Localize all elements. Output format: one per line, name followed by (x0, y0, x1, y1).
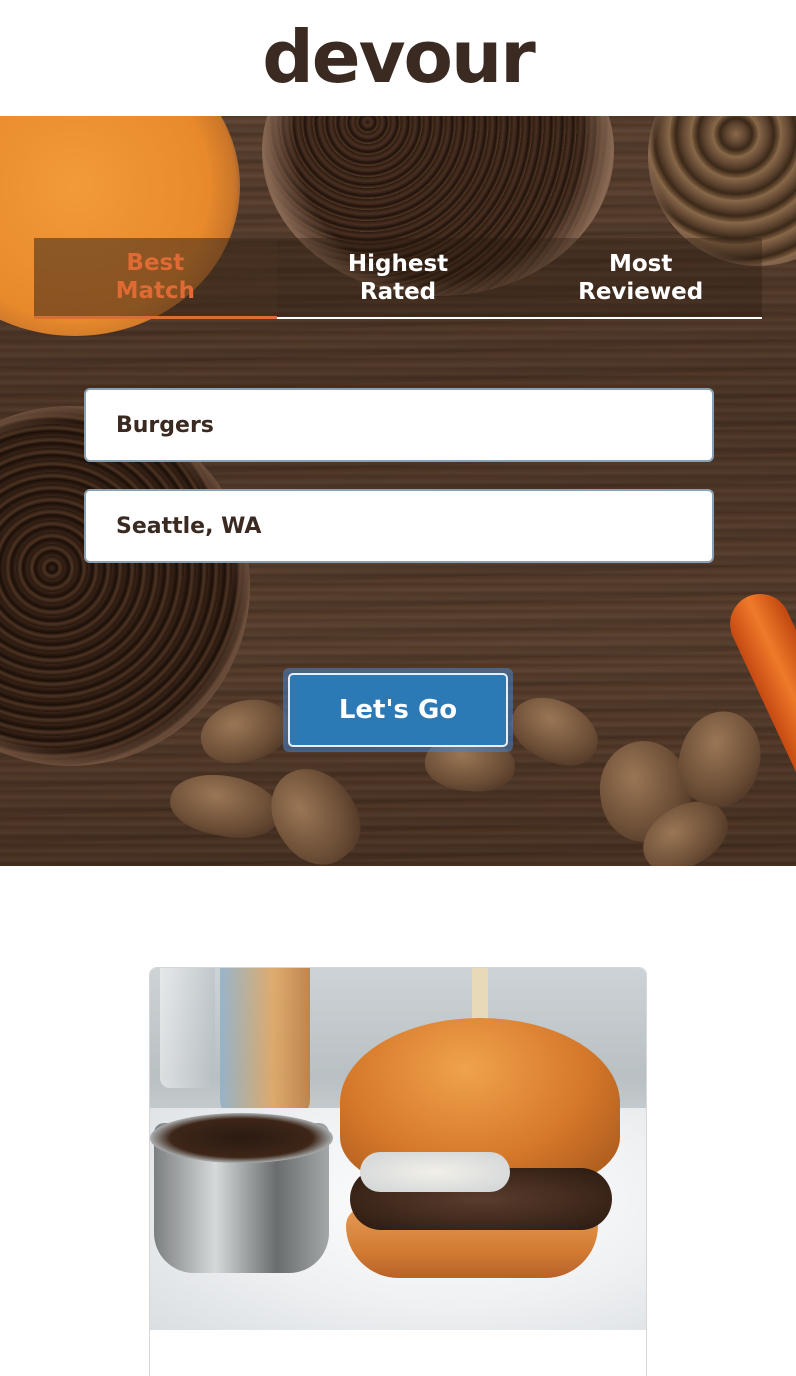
cardamom-pod-image (501, 684, 609, 778)
cardamom-pod-image (165, 766, 285, 846)
glass-image (160, 968, 215, 1088)
result-title[interactable] (150, 1330, 646, 1376)
location-field (84, 489, 714, 563)
lets-go-button[interactable]: Let's Go (288, 673, 508, 747)
cardamom-pod-image (253, 752, 377, 866)
burger-photo (150, 968, 646, 1330)
lets-go-button-focus-ring: Let's Go (283, 668, 513, 752)
devour-logo[interactable]: devour (262, 21, 536, 93)
sort-tabs: Best Match Highest Rated Most Reviewed (34, 238, 763, 319)
tab-highest-rated[interactable]: Highest Rated (276, 238, 520, 319)
cardamom-pod-image (193, 690, 297, 772)
site-header: devour (0, 0, 796, 116)
ramekin-top-image (150, 1113, 333, 1163)
search-hero: Best Match Highest Rated Most Reviewed L… (0, 116, 796, 866)
search-term-field (84, 388, 714, 462)
search-term-input[interactable] (116, 412, 712, 438)
location-input[interactable] (116, 513, 712, 539)
tab-most-reviewed[interactable]: Most Reviewed (519, 238, 763, 319)
tab-best-match[interactable]: Best Match (34, 238, 277, 319)
bottle-image (220, 968, 310, 1118)
result-card[interactable] (149, 967, 647, 1376)
burger-cheese-image (360, 1152, 510, 1192)
